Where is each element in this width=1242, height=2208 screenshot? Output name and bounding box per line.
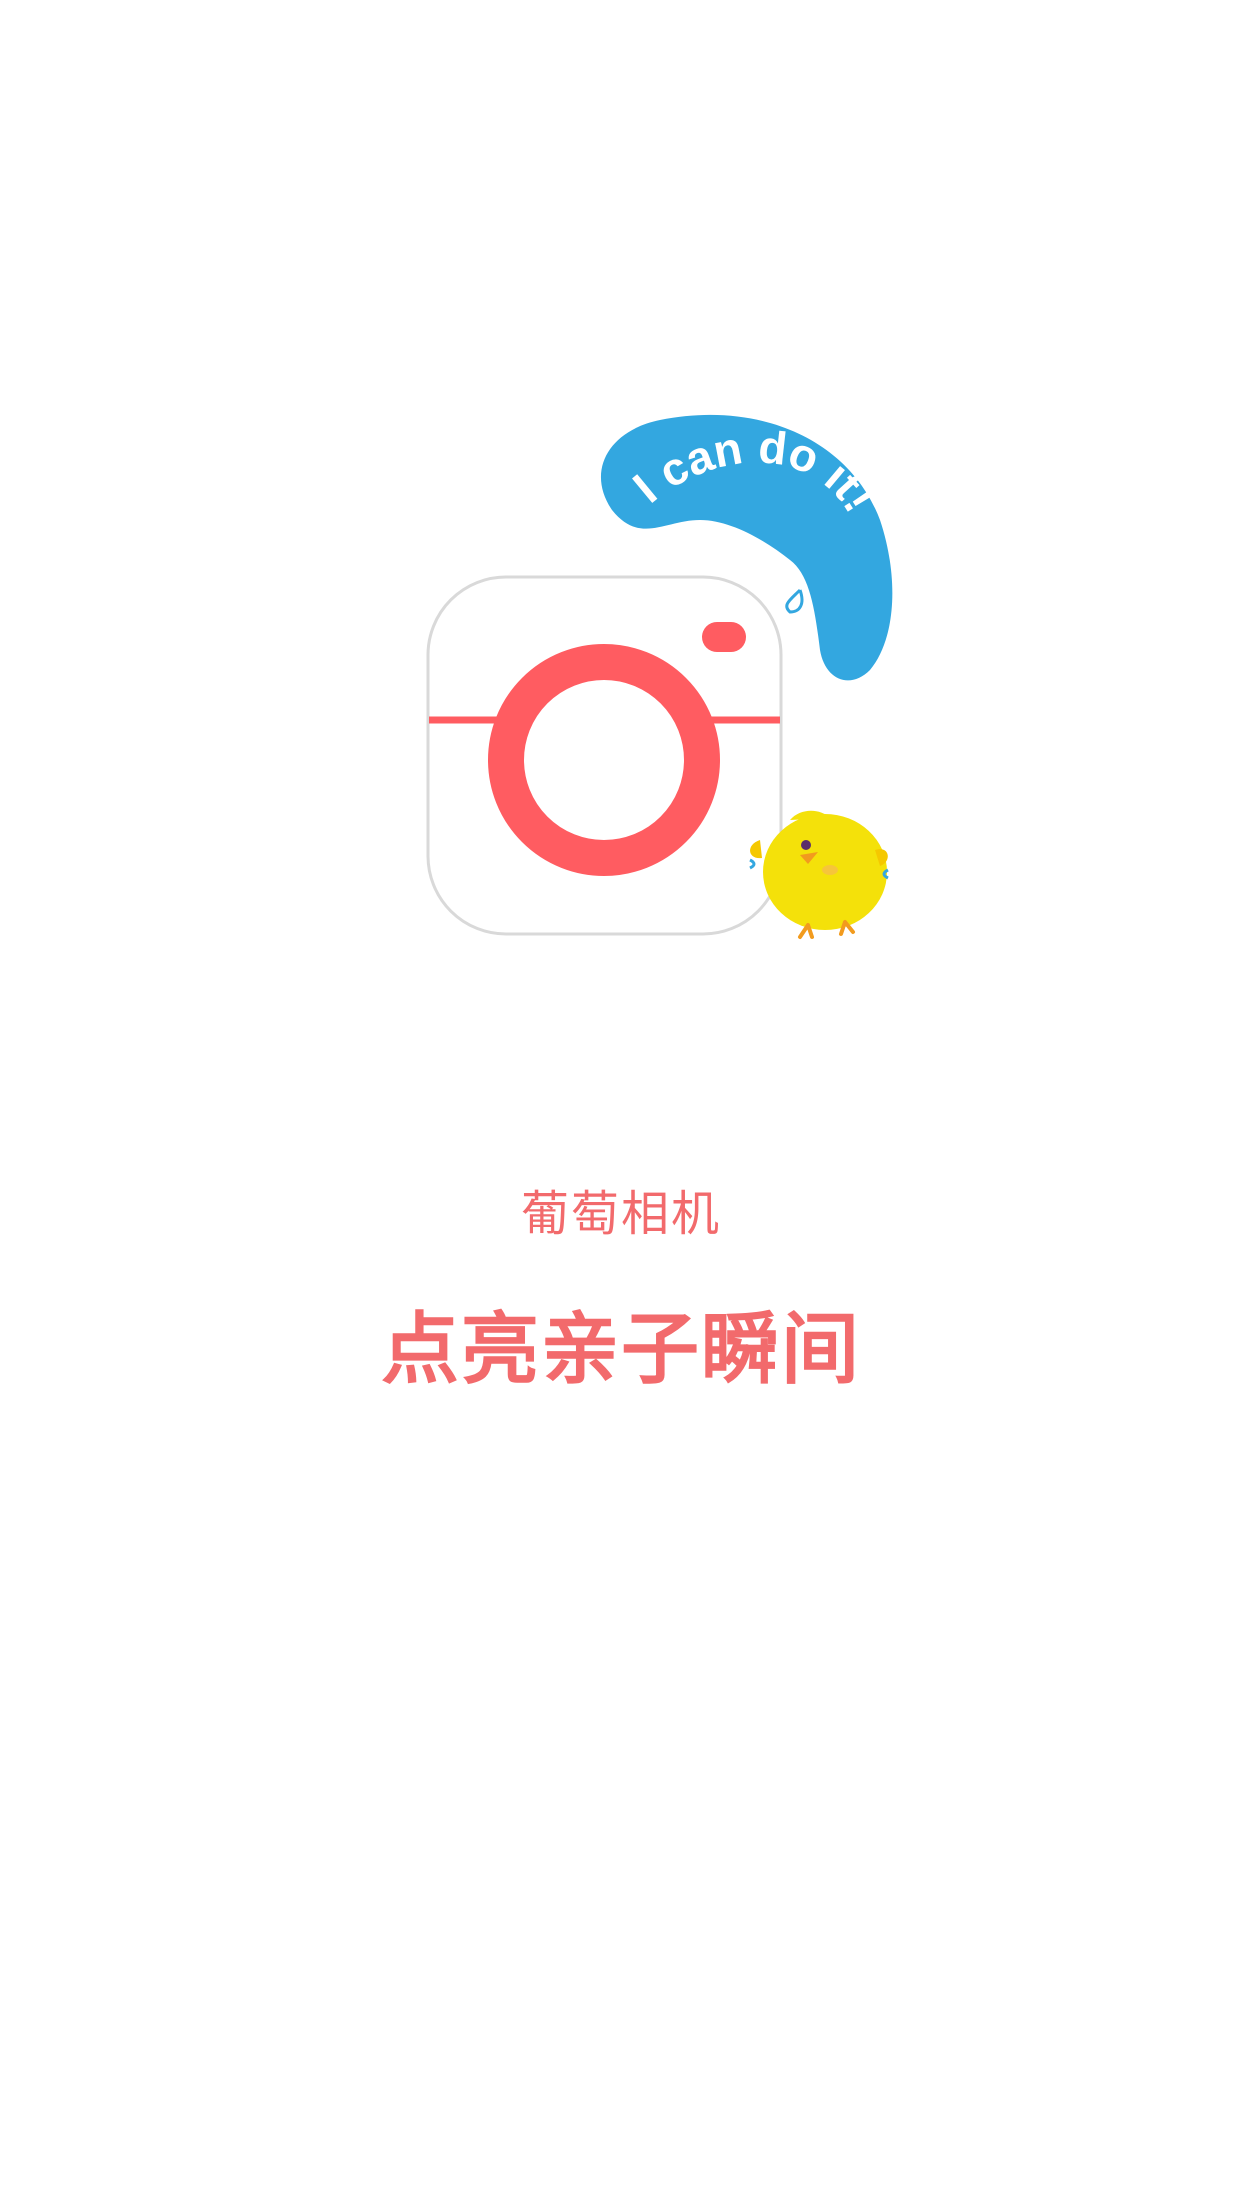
camera-lens [488, 644, 720, 876]
slogan: 点亮亲子瞬间 [380, 1305, 861, 1395]
camera-flash [702, 622, 746, 652]
splash-screen: I can do it! 葡萄相机 点亮亲子瞬间 [0, 0, 1242, 2208]
camera-app-icon [426, 575, 783, 936]
app-name: 葡萄相机 [520, 1186, 721, 1242]
splash-illustration: I can do it! [426, 414, 893, 939]
